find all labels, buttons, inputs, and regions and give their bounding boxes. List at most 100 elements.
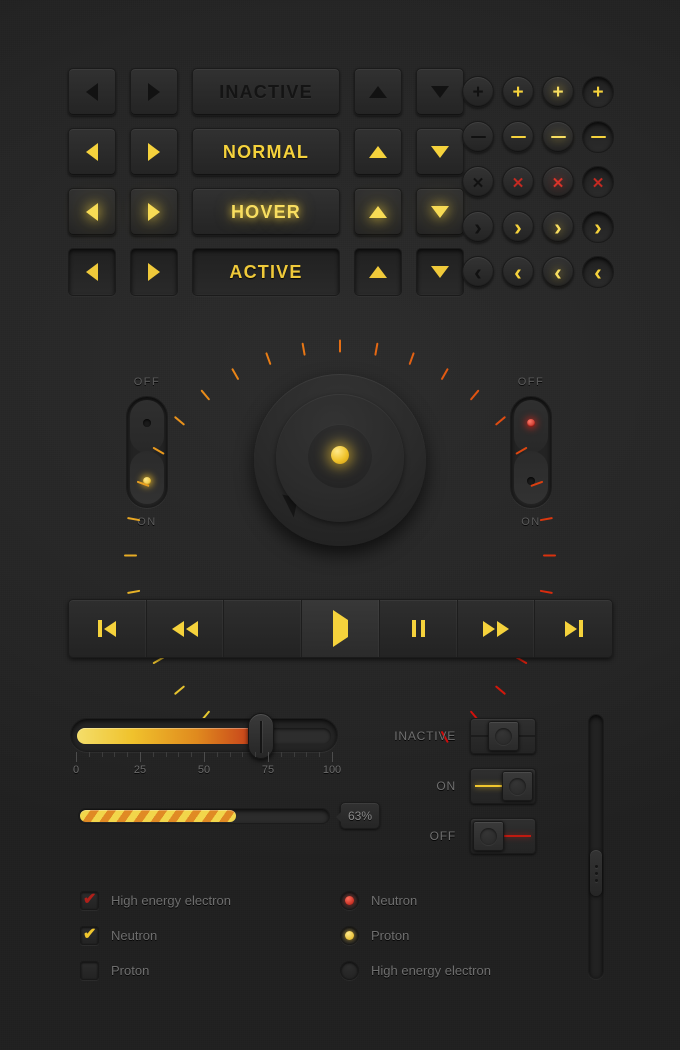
arrow-up-button-inactive[interactable] <box>354 68 402 116</box>
slider-track[interactable] <box>77 728 331 744</box>
arrow-down-button-inactive[interactable] <box>416 68 464 116</box>
slider-tick <box>268 752 269 762</box>
chevron-left-button-hover[interactable] <box>542 256 574 288</box>
minus-button-hover[interactable] <box>542 121 574 153</box>
arrow-down-button-hover[interactable] <box>416 188 464 236</box>
radio-item[interactable]: Proton <box>340 918 491 953</box>
arrow-right-button-active[interactable] <box>130 248 178 296</box>
circle-row-chevron-right-icon <box>462 211 614 243</box>
radio-circle[interactable] <box>340 926 359 945</box>
arrow-up-button-normal[interactable] <box>354 128 402 176</box>
checkbox-item[interactable]: Proton <box>80 953 231 988</box>
down-arrow-icon <box>431 266 449 278</box>
minus-button-active[interactable] <box>582 121 614 153</box>
chevron-left-button-inactive[interactable] <box>462 256 494 288</box>
switch-label: INACTIVE <box>394 729 456 743</box>
media-transport-bar <box>68 599 613 658</box>
arrow-down-button-normal[interactable] <box>416 128 464 176</box>
fast-forward-button[interactable] <box>458 600 536 657</box>
toggle-switch-on[interactable] <box>470 768 536 804</box>
arrow-right-button-normal[interactable] <box>130 128 178 176</box>
checkbox-box[interactable] <box>80 961 99 980</box>
plus-button-active[interactable] <box>582 76 614 108</box>
switch-knob[interactable] <box>502 771 533 801</box>
close-icon <box>592 173 605 192</box>
switch-knob[interactable] <box>473 821 504 851</box>
slider-tick <box>152 752 154 757</box>
plus-button-hover[interactable] <box>542 76 574 108</box>
stop-button[interactable] <box>224 600 303 657</box>
skip-back-button[interactable] <box>69 600 147 657</box>
up-arrow-icon <box>369 146 387 158</box>
arrow-left-button-hover[interactable] <box>68 188 116 236</box>
rewind-button[interactable] <box>147 600 225 657</box>
slider-tick <box>216 752 218 757</box>
chevron-right-button-normal[interactable] <box>502 211 534 243</box>
down-arrow-icon <box>431 146 449 158</box>
switch-knob[interactable] <box>488 721 519 751</box>
text-button-active[interactable]: ACTIVE <box>192 248 340 296</box>
vertical-scrollbar[interactable] <box>588 714 604 979</box>
chevron-right-button-active[interactable] <box>582 211 614 243</box>
chevron-right-button-inactive[interactable] <box>462 211 494 243</box>
radio-item[interactable]: High energy electron <box>340 953 491 988</box>
close-button-hover[interactable] <box>542 166 574 198</box>
grip-dot <box>594 871 598 875</box>
slider-tick-label: 50 <box>197 764 211 776</box>
checkbox-box[interactable]: ✔ <box>80 891 99 910</box>
circle-button-grid <box>462 76 614 301</box>
arrow-down-button-active[interactable] <box>416 248 464 296</box>
checkbox-item[interactable]: ✔ High energy electron <box>80 883 231 918</box>
down-arrow-icon <box>431 86 449 98</box>
arrow-left-button-active[interactable] <box>68 248 116 296</box>
arrow-right-button-inactive[interactable] <box>130 68 178 116</box>
play-button[interactable] <box>302 600 380 657</box>
arrow-up-button-hover[interactable] <box>354 188 402 236</box>
rotary-knob[interactable] <box>124 328 556 744</box>
radio-label: Proton <box>371 928 410 943</box>
text-button-hover[interactable]: HOVER <box>192 188 340 236</box>
slider-tick-label: 100 <box>322 764 342 776</box>
switch-row-off: OFF <box>390 818 536 854</box>
radio-circle[interactable] <box>340 961 359 980</box>
chevron-left-button-normal[interactable] <box>502 256 534 288</box>
close-button-inactive[interactable] <box>462 166 494 198</box>
fast-forward-icon <box>482 620 509 637</box>
toggle-switch-off[interactable] <box>470 818 536 854</box>
chevron-left-icon <box>594 261 602 284</box>
rocker-off-label: OFF <box>133 376 161 388</box>
slider-tick-marks <box>70 752 338 762</box>
minus-button-normal[interactable] <box>502 121 534 153</box>
arrow-left-button-inactive[interactable] <box>68 68 116 116</box>
horizontal-slider[interactable] <box>70 713 338 759</box>
plus-button-inactive[interactable] <box>462 76 494 108</box>
chevron-right-button-hover[interactable] <box>542 211 574 243</box>
checkbox-item[interactable]: ✔ Neutron <box>80 918 231 953</box>
text-button-normal[interactable]: NORMAL <box>192 128 340 176</box>
skip-forward-button[interactable] <box>535 600 612 657</box>
scrollbar-thumb[interactable] <box>590 849 602 896</box>
radio-item[interactable]: Neutron <box>340 883 491 918</box>
checkbox-box[interactable]: ✔ <box>80 926 99 945</box>
pause-button[interactable] <box>380 600 458 657</box>
arrow-right-button-hover[interactable] <box>130 188 178 236</box>
plus-button-normal[interactable] <box>502 76 534 108</box>
knob-tick <box>539 589 553 594</box>
chevron-left-button-active[interactable] <box>582 256 614 288</box>
close-icon <box>552 173 565 192</box>
chevron-right-icon <box>514 216 522 239</box>
slider-tick <box>204 752 205 762</box>
radio-circle[interactable] <box>340 891 359 910</box>
minus-button-inactive[interactable] <box>462 121 494 153</box>
close-button-active[interactable] <box>582 166 614 198</box>
knob-outer-ring[interactable] <box>254 374 426 546</box>
button-state-grid: INACTIVE NORMAL HOVER ACTIVE <box>68 68 464 308</box>
text-button-inactive[interactable]: INACTIVE <box>192 68 340 116</box>
toggle-switch-inactive[interactable] <box>470 718 536 754</box>
grip-dot <box>594 864 598 868</box>
plus-icon <box>592 83 603 102</box>
arrow-up-button-active[interactable] <box>354 248 402 296</box>
arrow-left-button-normal[interactable] <box>68 128 116 176</box>
knob-tick <box>374 342 379 356</box>
close-button-normal[interactable] <box>502 166 534 198</box>
